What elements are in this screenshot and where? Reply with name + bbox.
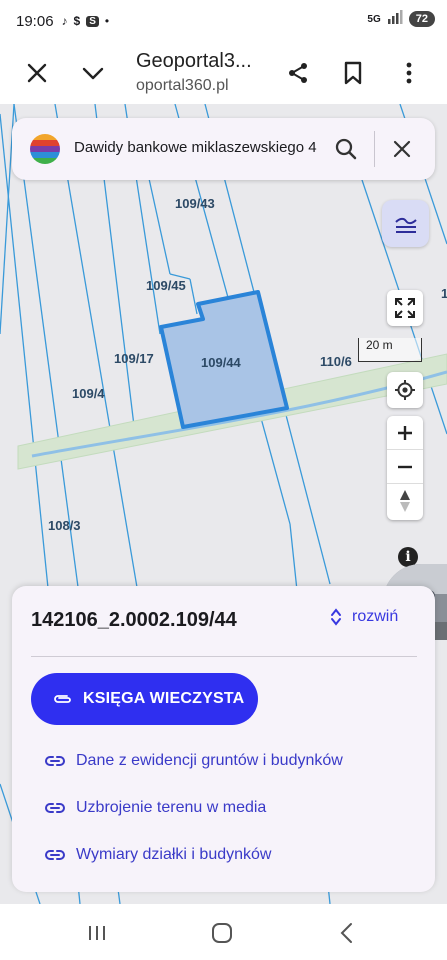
compass-button[interactable] [387, 484, 423, 518]
parcel-label: 109/17 [114, 351, 154, 366]
link-dimensions[interactable]: Wymiary działki i budynków [44, 846, 271, 864]
search-box[interactable]: Dawidy bankowe miklaszewskiego 4 [12, 118, 435, 180]
system-nav-bar [0, 904, 447, 960]
link-icon [45, 756, 65, 766]
status-bar: 19:06 ♪ $ S • 5G 72 [0, 0, 447, 42]
fullscreen-button[interactable] [387, 290, 423, 326]
notification-icons: ♪ $ S • [62, 14, 110, 28]
bookmark-icon [344, 61, 362, 85]
fullscreen-icon [395, 298, 415, 318]
more-vertical-icon [406, 62, 412, 84]
share-icon [289, 63, 307, 83]
parcel-label: 109/44 [201, 355, 241, 370]
expand-label: rozwiń [352, 608, 399, 625]
search-divider [374, 131, 375, 167]
more-options-button[interactable] [392, 56, 426, 90]
link-icon [45, 803, 65, 813]
expand-button[interactable]: rozwiń [330, 608, 398, 626]
parcel-label: 109/4 [72, 386, 105, 401]
card-divider [31, 656, 417, 657]
bookmark-button[interactable] [336, 56, 370, 90]
layers-button[interactable] [382, 200, 429, 247]
browser-bar: Geoportal3... oportal360.pl [0, 42, 447, 104]
close-icon [393, 140, 411, 158]
clear-search-button[interactable] [386, 133, 418, 165]
layers-icon [394, 217, 417, 233]
parcel-id: 142106_2.0002.109/44 [31, 609, 237, 631]
home-icon [212, 923, 232, 943]
back-icon [340, 923, 352, 943]
tiktok-icon: ♪ [61, 14, 68, 28]
locate-button[interactable] [387, 372, 423, 408]
parcel-card: 142106_2.0002.109/44 rozwiń KSIĘGA WIECZ… [12, 586, 435, 892]
locate-icon [395, 380, 415, 400]
signal-icon [387, 10, 403, 28]
parcel-label: 108/3 [48, 518, 81, 533]
link-utilities[interactable]: Uzbrojenie terenu w media [44, 799, 266, 817]
close-icon [27, 63, 47, 83]
network-label: 5G [367, 13, 381, 25]
back-button[interactable] [332, 920, 362, 946]
link-label: Uzbrojenie terenu w media [76, 799, 267, 816]
unfold-icon [331, 608, 341, 626]
zoom-in-button[interactable] [387, 416, 423, 450]
scale-bar: 20 m [358, 338, 422, 362]
link-land-records[interactable]: Dane z ewidencji gruntów i budynków [44, 752, 343, 770]
compass-icon [400, 490, 410, 512]
geoportal-logo [30, 134, 60, 164]
search-icon [335, 138, 357, 160]
minus-icon [398, 465, 412, 468]
recent-apps-icon [89, 926, 105, 940]
link-label: Dane z ewidencji gruntów i budynków [76, 752, 343, 769]
zoom-out-button[interactable] [387, 450, 423, 484]
zoom-controls [387, 416, 423, 520]
collapse-button[interactable] [76, 56, 110, 90]
close-tab-button[interactable] [20, 56, 54, 90]
s-app-icon: S [86, 15, 99, 27]
plus-icon [398, 425, 412, 440]
land-register-label: KSIĘGA WIECZYSTA [83, 690, 245, 707]
parcel-label: 109/43 [175, 196, 215, 211]
chevron-down-icon [82, 67, 104, 80]
link-icon [45, 850, 65, 860]
page-url[interactable]: oportal360.pl [136, 77, 229, 95]
link-label: Wymiary działki i budynków [76, 846, 272, 863]
parcel-label: 109/45 [146, 278, 186, 293]
recent-apps-button[interactable] [82, 920, 112, 946]
share-button[interactable] [281, 56, 315, 90]
dot-icon: • [104, 14, 110, 28]
search-button[interactable] [330, 133, 362, 165]
status-time: 19:06 [16, 12, 54, 30]
attachment-icon [53, 693, 73, 705]
battery-level: 72 [408, 11, 435, 27]
page-title: Geoportal3... [136, 50, 252, 72]
land-register-button[interactable]: KSIĘGA WIECZYSTA [31, 673, 258, 725]
parcel-label: 1 [441, 286, 447, 301]
dollar-app-icon: $ [73, 14, 81, 28]
parcel-label: 110/6 [320, 354, 352, 369]
home-button[interactable] [207, 920, 237, 946]
search-input[interactable]: Dawidy bankowe miklaszewskiego 4 [74, 139, 332, 156]
status-right: 5G 72 [367, 10, 435, 28]
